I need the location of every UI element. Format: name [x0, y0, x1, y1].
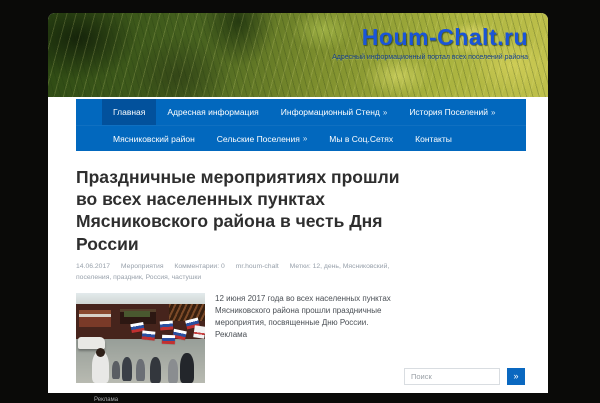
- nav-item-info-stand[interactable]: Информационный Стенд »: [270, 99, 399, 125]
- russian-flag: [161, 334, 176, 345]
- photo-sign: [124, 310, 150, 317]
- nav-item-label: Мы в Соц.Сетях: [329, 133, 394, 144]
- post-meta: 14.06.2017 Мероприятия Комментарии: 0 mr…: [76, 261, 411, 284]
- nav-item-address-info[interactable]: Адресная информация: [156, 99, 269, 125]
- search-input[interactable]: [404, 368, 500, 385]
- nav-item-settlement-history[interactable]: История Поселений »: [398, 99, 506, 125]
- photo-storefront: [79, 309, 111, 327]
- nav-item-contacts[interactable]: Контакты: [404, 126, 463, 151]
- post-author-link[interactable]: mr.houm-chalt: [236, 263, 279, 270]
- photo-person: [180, 352, 194, 383]
- nav-item-label: Мясниковский район: [113, 133, 195, 144]
- site-tagline: Адресный информационный портал всех посе…: [332, 54, 528, 61]
- post-date: 14.06.2017: [76, 262, 111, 270]
- nav-row-2: Мясниковский район Сельские Поселения » …: [76, 125, 526, 151]
- header-grass-image: Houm-Chalt.ru Адресный информационный по…: [48, 13, 548, 97]
- photo-person: [112, 360, 120, 379]
- post-comments-link[interactable]: Комментарии: 0: [174, 263, 224, 270]
- russian-flag: [141, 330, 156, 341]
- nav-item-label: Контакты: [415, 133, 452, 144]
- search-submit-button[interactable]: »: [507, 368, 525, 385]
- site-title[interactable]: Houm-Chalt.ru: [362, 24, 528, 51]
- nav-row-1: Главная Адресная информация Информационн…: [76, 99, 526, 125]
- nav-item-label: Адресная информация: [167, 107, 259, 117]
- nav-item-label: Главная: [113, 107, 146, 117]
- main-navigation: Главная Адресная информация Информационн…: [76, 99, 526, 151]
- submenu-chevron-icon: »: [491, 107, 496, 117]
- article-photo-crowd-with-flags: [76, 292, 205, 383]
- nav-item-myasnikovsky-district[interactable]: Мясниковский район: [102, 126, 206, 151]
- photo-person: [122, 356, 132, 381]
- photo-lattice: [169, 303, 205, 321]
- nav-item-rural-settlements[interactable]: Сельские Поселения »: [206, 126, 319, 151]
- russian-flag: [159, 320, 174, 331]
- content-area: Праздничные мероприятиях прошли во всех …: [48, 151, 548, 403]
- search-widget: »: [404, 368, 525, 385]
- article-text: 12 июня 2017 года во всех населенных пун…: [215, 293, 391, 339]
- photo-person-head: [96, 347, 105, 357]
- nav-item-label: Сельские Поселения: [216, 133, 300, 144]
- post-title: Праздничные мероприятиях прошли во всех …: [76, 167, 400, 254]
- post-category-link[interactable]: Мероприятия: [121, 263, 164, 270]
- nav-item-label: История Поселений: [409, 107, 489, 117]
- photo-person: [136, 358, 145, 381]
- nav-item-home[interactable]: Главная: [102, 99, 157, 125]
- page-container: Houm-Chalt.ru Адресный информационный по…: [48, 13, 548, 403]
- photo-person: [150, 356, 161, 383]
- photo-person: [168, 358, 178, 383]
- nav-item-label: Информационный Стенд: [280, 107, 380, 117]
- white-flag: [193, 325, 205, 339]
- nav-item-social-networks[interactable]: Мы в Соц.Сетях: [318, 126, 404, 151]
- submenu-chevron-icon: »: [382, 107, 388, 117]
- submenu-chevron-icon: »: [302, 134, 308, 143]
